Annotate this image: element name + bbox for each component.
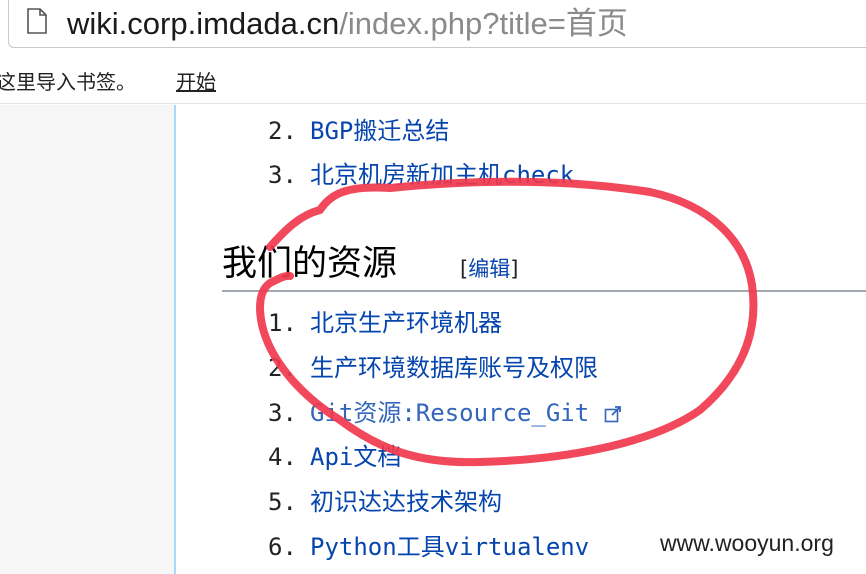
heading-divider <box>222 290 866 292</box>
address-bar[interactable]: wiki.corp.imdada.cn/index.php?title=首页 <box>8 0 866 48</box>
item-link[interactable]: 初识达达技术架构 <box>310 488 502 516</box>
list-item: 5. 初识达达技术架构 <box>268 485 502 519</box>
item-number: 3. <box>268 399 297 427</box>
item-number: 6. <box>268 533 297 561</box>
item-link[interactable]: BGP搬迁总结 <box>310 117 449 145</box>
url-host: wiki.corp.imdada.cn <box>67 6 340 41</box>
item-link[interactable]: 生产环境数据库账号及权限 <box>310 354 598 382</box>
item-number: 3. <box>268 161 297 189</box>
url-text: wiki.corp.imdada.cn/index.php?title=首页 <box>67 2 628 46</box>
bookmark-bar: 这里导入书签。 开始 <box>0 56 866 104</box>
list-item: 2. BGP搬迁总结 <box>268 114 449 148</box>
list-item: 6. Python工具virtualenv <box>268 530 589 564</box>
item-number: 1. <box>268 309 297 337</box>
url-path: /index.php?title=首页 <box>339 6 628 41</box>
edit-bracket-close: ] <box>510 257 519 281</box>
item-link[interactable]: Python工具virtualenv <box>310 533 589 561</box>
item-link[interactable]: Api文档 <box>310 443 401 471</box>
list-item: 2. 生产环境数据库账号及权限 <box>268 351 598 385</box>
item-link[interactable]: 北京机房新加主机check <box>310 161 574 189</box>
section-heading: 我们的资源 <box>222 244 398 284</box>
main-content: 2. BGP搬迁总结 3. 北京机房新加主机check 我们的资源 [编辑] 1. 北… <box>176 105 866 574</box>
list-item: 3. Git资源:Resource_Git <box>268 396 622 430</box>
item-number: 2. <box>268 354 297 382</box>
page-icon <box>27 8 47 34</box>
edit-bracket-open: [ <box>460 257 469 281</box>
item-link-external[interactable]: Git资源:Resource_Git <box>310 399 589 427</box>
watermark: www.wooyun.org <box>660 530 834 556</box>
item-number: 2. <box>268 117 297 145</box>
item-number: 5. <box>268 488 297 516</box>
item-link[interactable]: 北京生产环境机器 <box>310 309 502 337</box>
left-sidebar <box>0 105 174 574</box>
edit-section: [编辑] <box>460 253 518 283</box>
external-link-icon <box>604 406 621 423</box>
list-item: 4. Api文档 <box>268 440 401 474</box>
item-number: 4. <box>268 443 297 471</box>
list-item: 1. 北京生产环境机器 <box>268 306 502 340</box>
bookmark-hint: 这里导入书签。 <box>0 70 136 94</box>
edit-link[interactable]: 编辑 <box>468 257 510 281</box>
list-item: 3. 北京机房新加主机check <box>268 158 574 192</box>
bookmark-start-link[interactable]: 开始 <box>176 66 216 95</box>
